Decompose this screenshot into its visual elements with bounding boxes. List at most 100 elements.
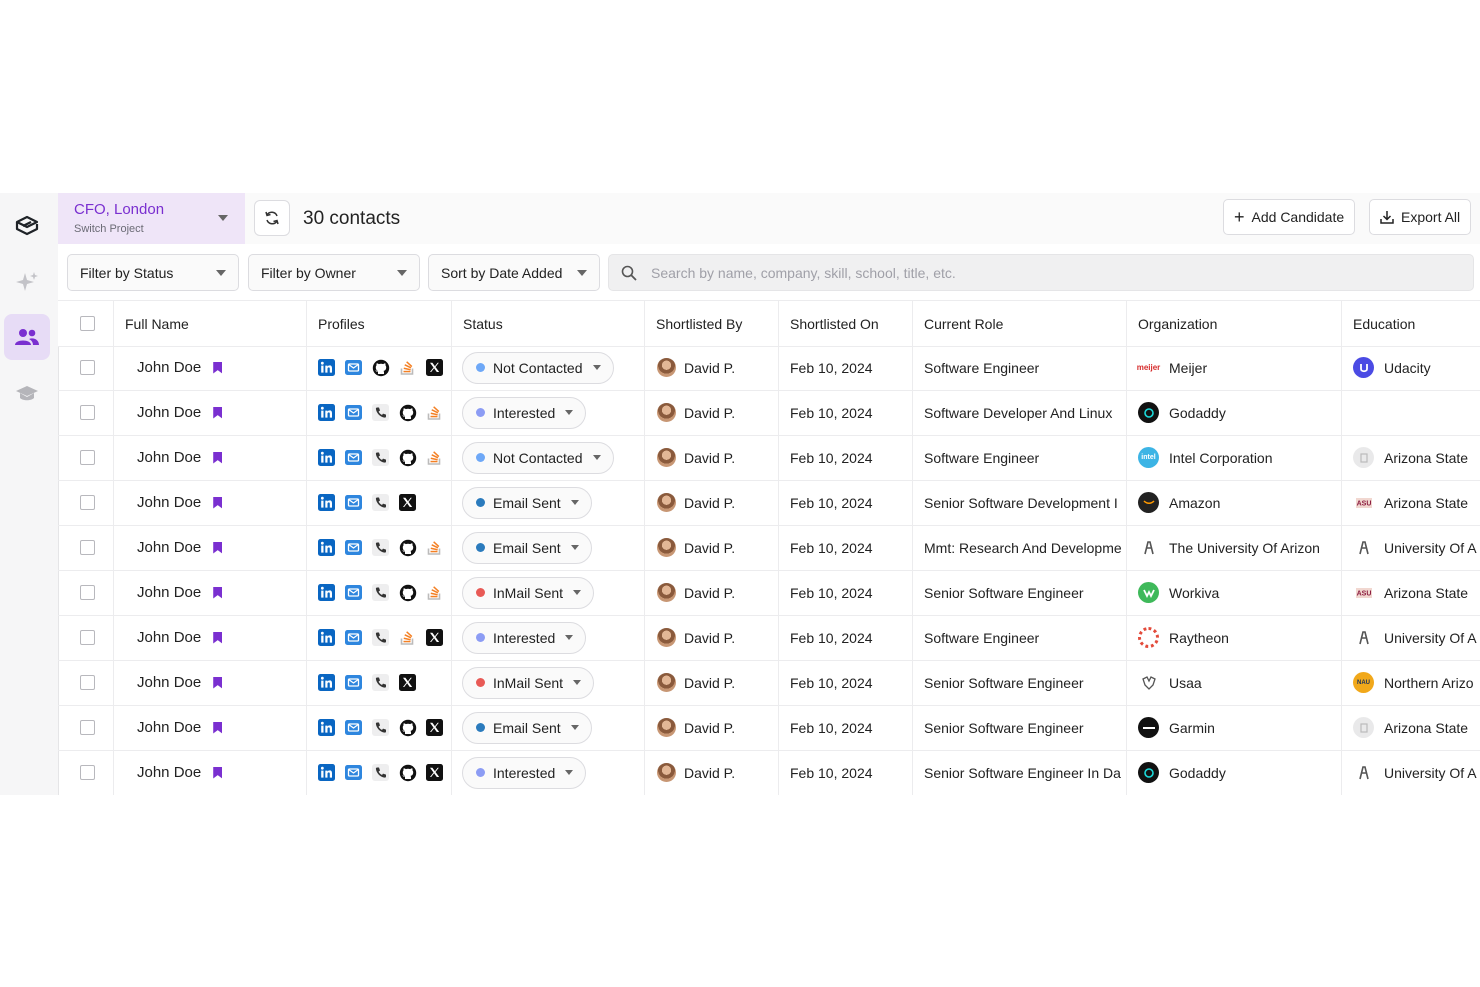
row-checkbox[interactable]: [80, 495, 95, 510]
status-dropdown[interactable]: InMail Sent: [462, 666, 595, 699]
row-checkbox[interactable]: [80, 720, 95, 735]
filter-by-status-dropdown[interactable]: Filter by Status: [67, 254, 239, 291]
graduation-cap-icon[interactable]: [4, 371, 50, 417]
linkedin-icon[interactable]: [317, 358, 336, 377]
filter-by-owner-dropdown[interactable]: Filter by Owner: [248, 254, 420, 291]
email-icon[interactable]: [344, 628, 363, 647]
bookmark-icon[interactable]: [213, 451, 223, 464]
email-icon[interactable]: [344, 493, 363, 512]
x-icon[interactable]: [425, 628, 444, 647]
table-row[interactable]: John Doe Email Sent David P. Feb 10, 2024 Se…: [58, 480, 1480, 526]
candidate-name[interactable]: John Doe: [137, 494, 201, 511]
table-row[interactable]: John Doe Interested David P. Feb 10, 2024 So…: [58, 615, 1480, 661]
status-dropdown[interactable]: Not Contacted: [462, 441, 614, 474]
email-icon[interactable]: [344, 538, 363, 557]
x-icon[interactable]: [425, 763, 444, 782]
phone-icon[interactable]: [371, 493, 390, 512]
status-dropdown[interactable]: InMail Sent: [462, 576, 595, 609]
row-checkbox[interactable]: [80, 585, 95, 600]
status-dropdown[interactable]: Not Contacted: [462, 351, 614, 384]
status-dropdown[interactable]: Email Sent: [462, 711, 592, 744]
stackoverflow-icon[interactable]: [398, 358, 417, 377]
candidate-name[interactable]: John Doe: [137, 584, 201, 601]
x-icon[interactable]: [398, 673, 417, 692]
linkedin-icon[interactable]: [317, 673, 336, 692]
search-input[interactable]: [649, 263, 1353, 282]
table-row[interactable]: John Doe Interested David P. Feb 10, 2024 Se…: [58, 750, 1480, 795]
bookmark-icon[interactable]: [213, 676, 223, 689]
people-icon[interactable]: [4, 314, 50, 360]
table-row[interactable]: John Doe Not Contacted David P. Feb 10, 202…: [58, 435, 1480, 481]
sort-dropdown[interactable]: Sort by Date Added: [428, 254, 600, 291]
x-icon[interactable]: [425, 358, 444, 377]
status-dropdown[interactable]: Email Sent: [462, 486, 592, 519]
phone-icon[interactable]: [371, 763, 390, 782]
email-icon[interactable]: [344, 448, 363, 467]
bookmark-icon[interactable]: [213, 406, 223, 419]
candidate-name[interactable]: John Doe: [137, 674, 201, 691]
table-row[interactable]: John Doe Interested David P. Feb 10, 2024 So…: [58, 390, 1480, 436]
github-icon[interactable]: [371, 358, 390, 377]
candidate-name[interactable]: John Doe: [137, 539, 201, 556]
github-icon[interactable]: [398, 583, 417, 602]
row-checkbox[interactable]: [80, 450, 95, 465]
column-header-status[interactable]: Status: [452, 301, 645, 346]
candidate-name[interactable]: John Doe: [137, 449, 201, 466]
phone-icon[interactable]: [371, 583, 390, 602]
candidate-name[interactable]: John Doe: [137, 719, 201, 736]
email-icon[interactable]: [344, 763, 363, 782]
export-all-button[interactable]: Export All: [1369, 199, 1472, 235]
linkedin-icon[interactable]: [317, 763, 336, 782]
column-header-profiles[interactable]: Profiles: [307, 301, 452, 346]
stackoverflow-icon[interactable]: [425, 538, 444, 557]
linkedin-icon[interactable]: [317, 583, 336, 602]
stackoverflow-icon[interactable]: [425, 448, 444, 467]
refresh-button[interactable]: [254, 200, 290, 236]
github-icon[interactable]: [398, 763, 417, 782]
row-checkbox[interactable]: [80, 765, 95, 780]
phone-icon[interactable]: [371, 628, 390, 647]
github-icon[interactable]: [398, 448, 417, 467]
phone-icon[interactable]: [371, 538, 390, 557]
status-dropdown[interactable]: Interested: [462, 756, 587, 789]
column-header-current-role[interactable]: Current Role: [913, 301, 1127, 346]
bookmark-icon[interactable]: [213, 541, 223, 554]
github-icon[interactable]: [398, 718, 417, 737]
candidate-name[interactable]: John Doe: [137, 764, 201, 781]
bookmark-icon[interactable]: [213, 766, 223, 779]
status-dropdown[interactable]: Email Sent: [462, 531, 592, 564]
table-row[interactable]: John Doe InMail Sent David P. Feb 10, 2024 S…: [58, 660, 1480, 706]
bookmark-icon[interactable]: [213, 586, 223, 599]
email-icon[interactable]: [344, 718, 363, 737]
add-candidate-button[interactable]: + Add Candidate: [1223, 199, 1356, 235]
table-row[interactable]: John Doe Email Sent David P. Feb 10, 2024 Mm…: [58, 525, 1480, 571]
row-checkbox[interactable]: [80, 630, 95, 645]
column-header-shortlisted-on[interactable]: Shortlisted On: [779, 301, 913, 346]
phone-icon[interactable]: [371, 718, 390, 737]
phone-icon[interactable]: [371, 673, 390, 692]
linkedin-icon[interactable]: [317, 403, 336, 422]
email-icon[interactable]: [344, 583, 363, 602]
bookmark-icon[interactable]: [213, 721, 223, 734]
app-logo-icon[interactable]: [4, 203, 50, 249]
stackoverflow-icon[interactable]: [425, 583, 444, 602]
column-header-education[interactable]: Education: [1342, 301, 1480, 346]
column-header-full-name[interactable]: Full Name: [114, 301, 307, 346]
candidate-name[interactable]: John Doe: [137, 629, 201, 646]
sparkles-icon[interactable]: [4, 259, 50, 305]
linkedin-icon[interactable]: [317, 718, 336, 737]
linkedin-icon[interactable]: [317, 448, 336, 467]
email-icon[interactable]: [344, 673, 363, 692]
phone-icon[interactable]: [371, 403, 390, 422]
phone-icon[interactable]: [371, 448, 390, 467]
select-all-checkbox[interactable]: [80, 316, 95, 331]
table-row[interactable]: John Doe Email Sent David P. Feb 10, 2024 Se…: [58, 705, 1480, 751]
bookmark-icon[interactable]: [213, 361, 223, 374]
column-header-shortlisted-by[interactable]: Shortlisted By: [645, 301, 779, 346]
bookmark-icon[interactable]: [213, 631, 223, 644]
candidate-name[interactable]: John Doe: [137, 359, 201, 376]
project-switcher[interactable]: CFO, London Switch Project: [58, 193, 245, 244]
email-icon[interactable]: [344, 403, 363, 422]
stackoverflow-icon[interactable]: [398, 628, 417, 647]
column-header-organization[interactable]: Organization: [1127, 301, 1342, 346]
